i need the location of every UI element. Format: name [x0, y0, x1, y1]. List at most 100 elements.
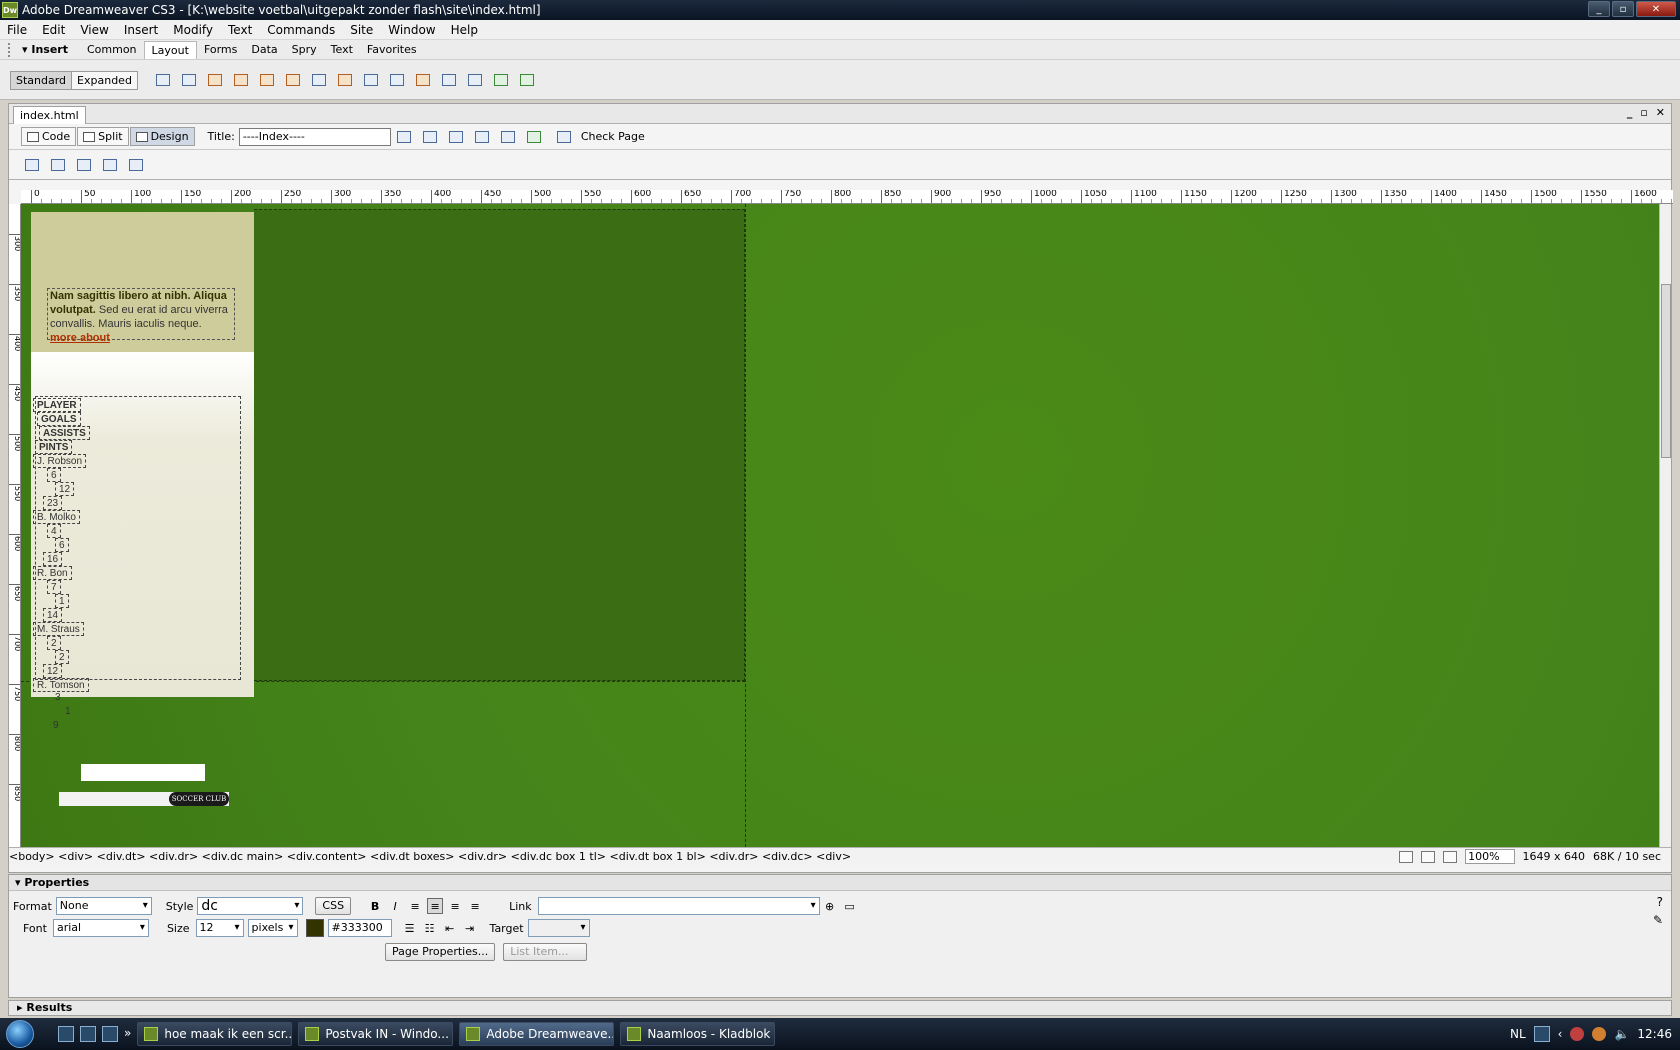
window-size[interactable]: 1649 x 640 — [1523, 850, 1586, 863]
tab-forms[interactable]: Forms — [197, 41, 244, 58]
list-item-button[interactable]: List Item... — [503, 943, 588, 961]
code-view-button[interactable]: Code — [21, 127, 77, 146]
menu-file[interactable]: File — [0, 23, 35, 37]
tag-selector[interactable]: <body> <div> <div.dt> <div.dr> <div.dc m… — [9, 850, 1399, 863]
intro-text-block[interactable]: Nam sagittis libero at nibh. Aliqua volu… — [47, 288, 235, 344]
spry-menu-bar-icon[interactable] — [232, 71, 250, 89]
align-center-icon[interactable]: ≡ — [427, 898, 444, 914]
insert-row-above-icon[interactable] — [362, 71, 380, 89]
point-to-file-icon[interactable]: ⊕ — [822, 898, 838, 914]
split-view-button[interactable]: Split — [77, 127, 129, 146]
design-view-button[interactable]: Design — [129, 127, 195, 146]
tab-common[interactable]: Common — [80, 41, 144, 58]
text-color-input[interactable]: #333300 — [327, 919, 392, 937]
zoom-select[interactable]: 100% — [1465, 849, 1515, 864]
italic-button[interactable]: I — [387, 898, 403, 914]
browse-folder-icon[interactable]: ▭ — [842, 898, 858, 914]
insert-div-icon[interactable] — [180, 71, 198, 89]
menu-window[interactable]: Window — [381, 23, 443, 37]
validate-markup-icon[interactable] — [525, 128, 543, 146]
quick-launch-more-icon[interactable]: » — [124, 1026, 131, 1042]
size-select[interactable]: 12 — [195, 919, 244, 937]
ordered-list-icon[interactable]: ☷ — [422, 920, 438, 936]
close-button[interactable]: ✕ — [1636, 1, 1676, 17]
refresh-icon[interactable] — [447, 128, 465, 146]
bold-button[interactable]: B — [367, 898, 383, 914]
toggle-css-icon[interactable] — [127, 156, 145, 174]
minimize-button[interactable]: _ — [1588, 1, 1610, 17]
quick-tag-editor-icon[interactable]: ✎ — [1653, 913, 1663, 927]
tab-layout[interactable]: Layout — [143, 40, 197, 59]
properties-header[interactable]: ▾ Properties — [9, 875, 1671, 891]
start-button[interactable] — [0, 1018, 40, 1050]
style-select[interactable]: dc — [197, 897, 304, 915]
check-page-button[interactable]: Check Page — [551, 128, 645, 146]
menu-edit[interactable]: Edit — [35, 23, 73, 37]
text-color-swatch[interactable] — [305, 919, 324, 937]
menu-site[interactable]: Site — [343, 23, 381, 37]
align-right-icon[interactable]: ≡ — [447, 898, 463, 914]
menu-modify[interactable]: Modify — [166, 23, 221, 37]
draw-layout-cell-icon[interactable] — [336, 71, 354, 89]
grid-settings-icon[interactable] — [518, 71, 536, 89]
title-input[interactable] — [238, 127, 391, 146]
outdent-icon[interactable]: ⇤ — [442, 920, 458, 936]
unit-select[interactable]: pixels — [247, 919, 298, 937]
css-button[interactable]: CSS — [315, 897, 352, 915]
render-projection-icon[interactable] — [101, 156, 119, 174]
menu-commands[interactable]: Commands — [260, 23, 343, 37]
help-icon[interactable]: ? — [1657, 895, 1663, 909]
spry-tabbed-panels-icon[interactable] — [258, 71, 276, 89]
doc-minimize-icon[interactable]: _ — [1627, 106, 1633, 119]
keyboard-icon[interactable] — [1533, 1026, 1550, 1042]
taskbar-item[interactable]: Naamloos - Kladblok — [620, 1022, 776, 1046]
render-handheld-icon[interactable] — [75, 156, 93, 174]
align-justify-icon[interactable]: ≡ — [467, 898, 483, 914]
view-options-icon[interactable] — [473, 128, 491, 146]
target-select[interactable] — [527, 919, 590, 937]
menu-help[interactable]: Help — [444, 23, 486, 37]
results-panel[interactable]: ▸ Results — [8, 1000, 1672, 1016]
language-indicator[interactable]: NL — [1510, 1027, 1526, 1041]
menu-insert[interactable]: Insert — [117, 23, 166, 37]
format-select[interactable]: None — [55, 897, 152, 915]
font-select[interactable]: arial — [52, 919, 149, 937]
draw-ap-div-icon[interactable] — [206, 71, 224, 89]
insert-column-icon[interactable] — [388, 71, 406, 89]
tab-spry[interactable]: Spry — [285, 41, 324, 58]
link-input[interactable] — [537, 897, 820, 915]
render-print-icon[interactable] — [49, 156, 67, 174]
design-canvas[interactable]: Nam sagittis libero at nibh. Aliqua volu… — [21, 204, 1666, 847]
indent-icon[interactable]: ⇥ — [462, 920, 478, 936]
document-tab[interactable]: index.html — [13, 106, 86, 124]
hand-tool-icon[interactable] — [1421, 850, 1436, 863]
tray-expand-icon[interactable]: ‹ — [1558, 1027, 1563, 1041]
more-about-link[interactable]: more about — [50, 331, 232, 345]
menu-view[interactable]: View — [73, 23, 116, 37]
taskbar-item[interactable]: Adobe Dreamweave... — [459, 1022, 615, 1046]
tab-text[interactable]: Text — [324, 41, 360, 58]
standard-mode-button[interactable]: Standard — [11, 71, 73, 89]
taskbar-item[interactable]: Postvak IN - Windo... — [298, 1022, 454, 1046]
maximize-button[interactable]: ▫ — [1612, 1, 1634, 17]
render-screen-icon[interactable] — [23, 156, 41, 174]
update-icon[interactable] — [1592, 1027, 1607, 1041]
vertical-scrollbar[interactable] — [1659, 204, 1671, 847]
scrollbar-thumb[interactable] — [1661, 284, 1671, 458]
taskbar-item[interactable]: hoe maak ik een scr... — [137, 1022, 293, 1046]
insert-label[interactable]: ▾ Insert — [14, 43, 80, 56]
tab-data[interactable]: Data — [244, 41, 284, 58]
spry-accordion-icon[interactable] — [284, 71, 302, 89]
file-management-icon[interactable] — [395, 128, 413, 146]
menu-text[interactable]: Text — [221, 23, 260, 37]
tab-favorites[interactable]: Favorites — [360, 41, 424, 58]
security-alert-icon[interactable] — [1570, 1027, 1585, 1041]
align-left-icon[interactable]: ≡ — [407, 898, 423, 914]
iframe-icon[interactable] — [440, 71, 458, 89]
expanded-mode-button[interactable]: Expanded — [72, 71, 137, 89]
volume-icon[interactable]: 🔈 — [1614, 1027, 1629, 1041]
insert-column-right-icon[interactable] — [414, 71, 432, 89]
internet-explorer-icon[interactable] — [102, 1026, 118, 1042]
select-tool-icon[interactable] — [1399, 850, 1414, 863]
preview-in-browser-icon[interactable] — [421, 128, 439, 146]
